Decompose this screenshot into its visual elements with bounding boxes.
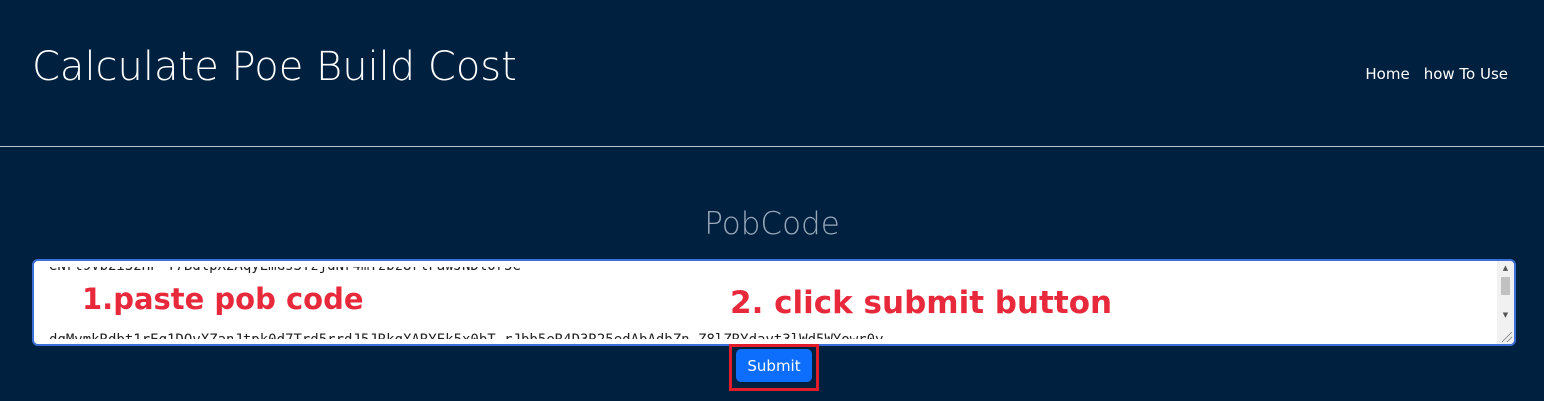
- site-header: Calculate Poe Build Cost Home how To Use: [0, 0, 1544, 147]
- submit-button[interactable]: Submit: [736, 349, 812, 382]
- textarea-line-top: eNrt9Vb2i32HP-Y7BdlpX2AqyEmGsSYzjdNr4mTz…: [49, 259, 522, 274]
- annotation-step-2: 2. click submit button: [730, 285, 1113, 321]
- nav-link-how-to-use[interactable]: how To Use: [1424, 65, 1508, 83]
- nav-link-home[interactable]: Home: [1365, 65, 1409, 83]
- scroll-up-arrow-icon[interactable]: ▲: [1497, 261, 1514, 275]
- scroll-thumb[interactable]: [1501, 277, 1510, 295]
- site-title: Calculate Poe Build Cost: [32, 44, 517, 90]
- annotation-step-1: 1.paste pob code: [82, 282, 364, 316]
- main-nav: Home how To Use: [1365, 65, 1508, 83]
- resize-grip-icon[interactable]: [1502, 332, 1512, 342]
- pobcode-label: PobCode: [704, 206, 840, 242]
- scroll-down-arrow-icon[interactable]: ▼: [1497, 308, 1514, 322]
